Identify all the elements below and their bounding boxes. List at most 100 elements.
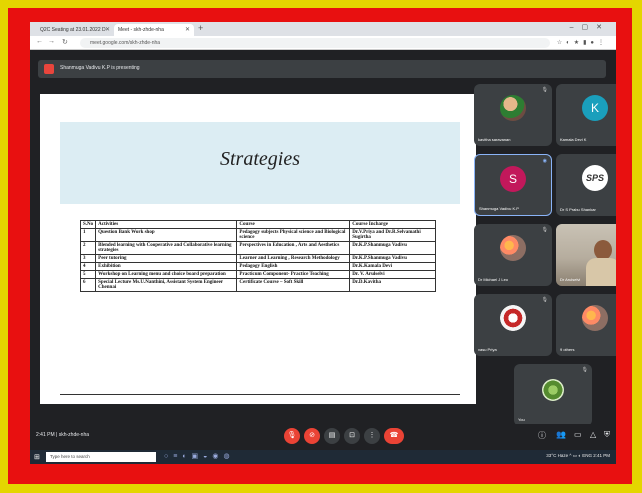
separator: |: [56, 432, 58, 438]
window-controls[interactable]: –▢✕: [570, 23, 610, 31]
video-face: [594, 240, 612, 260]
presenting-bar: Shanmuga Vadivu K.P is presenting: [38, 60, 606, 78]
table-row: 6 Special Lecture Ms.U.Nanthini, Assistan…: [79, 278, 436, 292]
slide-title: Strategies: [220, 148, 300, 170]
tray-icons[interactable]: ^ ▭ ◐: [569, 453, 582, 458]
meeting-info: 2:41 PM | skh-zhde-nha: [36, 432, 89, 438]
chat-icon[interactable]: ▭: [574, 430, 582, 439]
people-icon[interactable]: 👥: [556, 430, 566, 439]
screen: Q2C Seating at 23.01.2022 D ✕ Meet - skh…: [30, 22, 616, 464]
table-cell: Dr.V.Priya and Dr.R.Selvamathi Sugirtha: [349, 228, 436, 242]
table-cell: Perspectives in Education , Arts and Aes…: [236, 241, 351, 255]
participant-tile[interactable]: 🎙 vasu Priya: [474, 294, 552, 356]
url-field[interactable]: meet.google.com/skh-zhde-nha: [80, 38, 550, 48]
participant-tile[interactable]: 🎙 kavitha saravanan: [474, 84, 552, 146]
address-bar-row: ← → ↻ meet.google.com/skh-zhde-nha ☆◐★▮●…: [30, 36, 616, 50]
table-header-cell: Course: [236, 220, 351, 229]
table-header-cell: Activities: [95, 220, 238, 229]
mic-icon: 🎙: [541, 227, 548, 233]
info-icon[interactable]: ⓘ: [538, 430, 546, 441]
table-cell: Workshop on Learning menu and choice boa…: [95, 270, 238, 279]
mic-off-button[interactable]: 🎙: [284, 428, 300, 444]
mic-icon: 🎙: [541, 297, 548, 303]
meeting-controls-bar: 2:41 PM | skh-zhde-nha 🎙 ⊘ ▤ ⊡ ⋮ ☎ ⓘ 👥 ▭…: [30, 424, 616, 448]
reload-icon[interactable]: ↻: [62, 38, 68, 46]
table-cell: Question Bank Work shop: [95, 228, 238, 242]
end-call-button[interactable]: ☎: [384, 428, 404, 444]
avatar: [500, 95, 526, 121]
new-tab-button[interactable]: +: [198, 23, 203, 33]
mic-icon: 🎙: [541, 87, 548, 93]
table-cell: Special Lecture Ms.U.Nanthini, Assistant…: [95, 278, 238, 292]
taskbar-search-input[interactable]: Type here to search: [46, 452, 156, 462]
browser-tab-bar: Q2C Seating at 23.01.2022 D ✕ Meet - skh…: [30, 22, 616, 36]
presenting-text: Shanmuga Vadivu K.P is presenting: [60, 65, 140, 71]
table-cell: Peer tutoring: [95, 254, 238, 263]
slide-divider: [60, 394, 460, 395]
back-icon[interactable]: ←: [36, 38, 43, 45]
table-cell: Learner and Learning , Research Methodol…: [236, 254, 351, 263]
tab-label: Q2C Seating at 23.01.2022 D: [40, 27, 106, 33]
present-button[interactable]: ⊡: [344, 428, 360, 444]
avatar: [500, 305, 526, 331]
self-tile[interactable]: 🎙 You: [514, 364, 592, 426]
table-cell: 3: [79, 254, 97, 263]
table-cell: Dr.K.Kamala Devi: [349, 262, 436, 271]
taskbar-app-icons[interactable]: ○≡◐▣◒◉◍: [164, 452, 235, 460]
host-controls-icon[interactable]: ⛨: [604, 430, 610, 440]
table-cell: 5: [79, 270, 97, 279]
participant-tile-active[interactable]: ◉ S Shanmuga Vadivu K.P: [474, 154, 552, 216]
forward-icon[interactable]: →: [48, 38, 55, 45]
participant-name: Kamala Devi K: [560, 137, 587, 142]
table-cell: Pedagogy English: [236, 262, 351, 271]
extension-icons[interactable]: ☆◐★▮●⋮: [557, 39, 608, 46]
table-cell: 1: [79, 228, 97, 242]
system-tray: 33°C Haze ^ ▭ ◐ ENG 2:41 PM: [546, 453, 610, 459]
participant-name: Dr S Prabu Shankar: [560, 207, 596, 212]
avatar: S: [500, 166, 526, 192]
video-body: [586, 258, 616, 286]
participant-tile-video[interactable]: Dr Arulselvi: [556, 224, 616, 286]
participant-tile[interactable]: 🎙 Dr Michael J Leo: [474, 224, 552, 286]
windows-start-icon[interactable]: ⊞: [34, 453, 40, 461]
language-indicator[interactable]: ENG: [582, 453, 592, 458]
participant-name: You: [518, 417, 525, 422]
avatar-group: [582, 305, 608, 331]
mic-icon: 🎙: [581, 367, 588, 373]
table-cell: 4: [79, 262, 97, 271]
close-icon[interactable]: ✕: [105, 26, 110, 33]
close-icon[interactable]: ✕: [185, 26, 190, 33]
participant-tile[interactable]: 🎙 K Kamala Devi K: [556, 84, 616, 146]
table-cell: Certificate Course – Soft Skill: [236, 278, 351, 292]
table-row: 4 Exhibition Pedagogy English Dr.K.Kamala D…: [79, 262, 436, 271]
table-cell: 2: [79, 241, 97, 255]
participant-name: Dr Arulselvi: [560, 277, 581, 282]
more-options-button[interactable]: ⋮: [364, 428, 380, 444]
others-count: 9 others: [560, 347, 575, 352]
taskbar-clock[interactable]: 2:41 PM: [593, 453, 610, 458]
participant-name: Dr Michael J Leo: [478, 277, 509, 282]
table-cell: Pedagogy subjects Physical science and B…: [236, 228, 351, 242]
table-header-cell: S.No: [79, 220, 97, 229]
avatar-logo: SPS: [582, 165, 608, 191]
table-header-cell: Course Incharge: [349, 220, 436, 229]
table-cell: Dr.K.P.Shanmuga Vadivu: [349, 254, 436, 263]
participant-name: vasu Priya: [478, 347, 497, 352]
tab-meet[interactable]: Meet - skh-zhde-nha ✕: [114, 24, 194, 36]
meeting-time: 2:41 PM: [36, 432, 55, 438]
participant-tile[interactable]: 🎙 SPS Dr S Prabu Shankar: [556, 154, 616, 216]
camera-off-button[interactable]: ⊘: [304, 428, 320, 444]
captions-button[interactable]: ▤: [324, 428, 340, 444]
table-row: 2 Blended learning with Cooperative and C…: [79, 241, 436, 255]
others-tile[interactable]: 🎙 9 others: [556, 294, 616, 356]
table-cell: Dr.K.P.Shanmuga Vadivu: [349, 241, 436, 255]
table-cell: Blended learning with Cooperative and Co…: [95, 241, 238, 255]
tab-seating[interactable]: Q2C Seating at 23.01.2022 D ✕: [36, 24, 114, 36]
presentation-area[interactable]: Strategies S.No Activities Course Course In…: [38, 84, 478, 416]
table-cell: Dr.D.Kavitha: [349, 278, 436, 292]
avatar: K: [582, 95, 608, 121]
activities-icon[interactable]: △: [590, 430, 596, 439]
strategies-table: S.No Activities Course Course Incharge 1 Que…: [79, 220, 436, 292]
table-cell: Dr. V. Arulselvi: [349, 270, 436, 279]
windows-taskbar: ⊞ Type here to search ○≡◐▣◒◉◍ 33°C Haze …: [30, 450, 616, 464]
